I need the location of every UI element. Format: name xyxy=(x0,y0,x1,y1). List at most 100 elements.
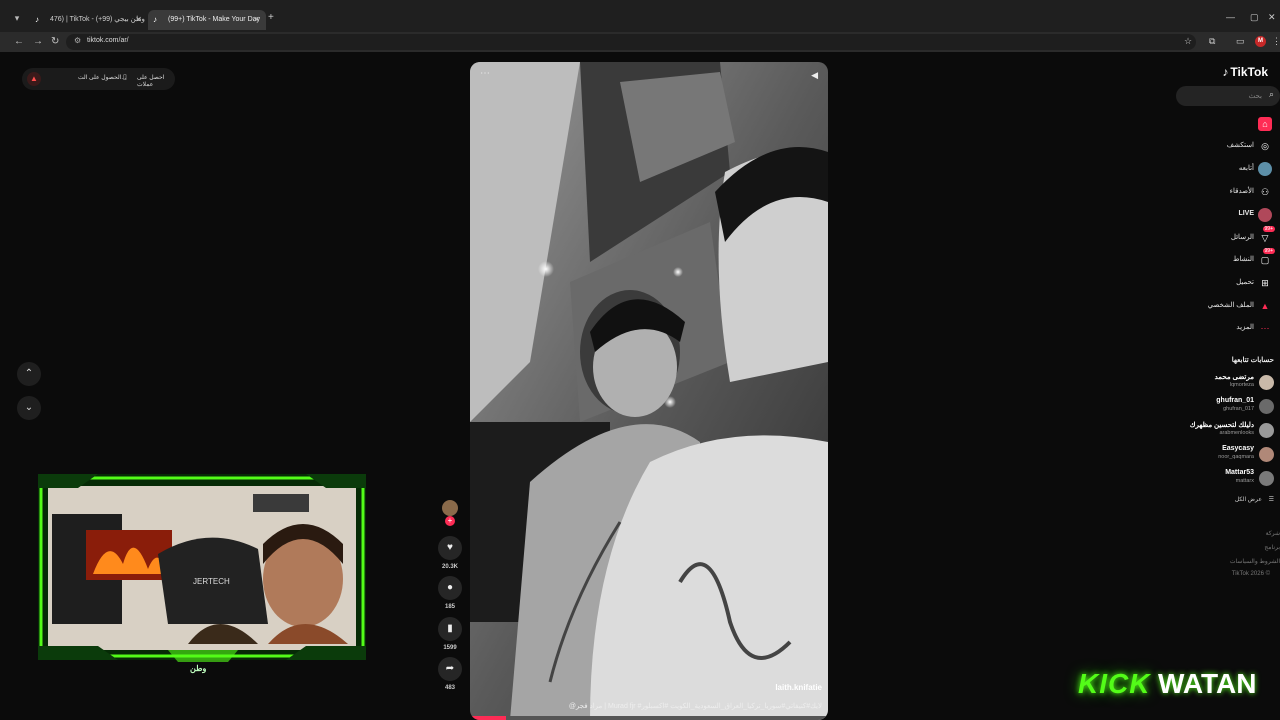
footer-program-link[interactable]: برنامج xyxy=(1264,544,1280,551)
tiktok-page: ▲ الحصول على الت... ▯ احصل على عملات ⌃ ⌄ xyxy=(0,52,1280,720)
more-icon: ⋯ xyxy=(1260,323,1270,333)
sidebar-item-following[interactable]: أتابعه xyxy=(1178,161,1278,177)
following-account[interactable]: Mattar53 mattarx xyxy=(1168,468,1278,490)
sidebar-item-explore[interactable]: استكشف ◎ xyxy=(1178,138,1278,154)
close-window-icon[interactable]: ✕ xyxy=(1268,12,1276,23)
see-all-link[interactable]: عرض الكل ☰ xyxy=(1235,496,1274,503)
close-tab-icon[interactable]: ✕ xyxy=(253,10,260,30)
address-bar[interactable]: ⚙ tiktok.com/ar/ xyxy=(66,34,1196,50)
phone-icon: ▯ xyxy=(123,74,127,81)
footer-copyright: TikTok 2026 © xyxy=(1231,571,1270,577)
tab-search-icon[interactable]: ▾ xyxy=(10,11,24,25)
extensions-icon[interactable]: ⧉ xyxy=(1209,36,1215,47)
warning-icon[interactable]: ▲ xyxy=(27,72,41,86)
next-video-button[interactable]: ⌄ xyxy=(17,396,41,420)
sidebar-item-home[interactable]: ⌂ xyxy=(1178,116,1278,132)
site-info-icon[interactable]: ⚙ xyxy=(74,36,81,45)
video-player[interactable]: ⋯ ◀ laith.knifatie @مراد فجر | Murad fjr… xyxy=(470,62,828,720)
sidebar-item-upload[interactable]: تحميل ⊞ xyxy=(1178,275,1278,291)
follow-plus-icon[interactable]: + xyxy=(445,516,455,526)
like-count: 20.3K xyxy=(441,564,458,570)
cast-icon[interactable]: ▭ xyxy=(1236,36,1245,47)
footer-company-link[interactable]: شركة xyxy=(1266,530,1280,537)
get-coins-link[interactable]: احصل على عملات xyxy=(137,74,175,88)
webcam-frame: JERTECH xyxy=(38,474,366,662)
avatar xyxy=(1259,423,1274,438)
reload-icon[interactable]: ↻ xyxy=(51,36,59,47)
following-account[interactable]: ghufran_01 ghufran_017 xyxy=(1168,396,1278,418)
following-account[interactable]: دليلك لتحسين مظهرك arabmenlooks xyxy=(1168,420,1278,442)
following-accounts-title: حسابات تتابعها xyxy=(1231,357,1274,364)
address-url[interactable]: tiktok.com/ar/ xyxy=(87,37,129,44)
avatar-icon xyxy=(1258,162,1272,176)
tiktok-favicon-icon: ♪ xyxy=(153,15,157,24)
watan-text: WATAN xyxy=(1158,668,1257,699)
video-progress-fill xyxy=(470,716,506,720)
sidebar-item-live[interactable]: LIVE xyxy=(1178,207,1278,223)
get-app-link[interactable]: الحصول على الت... xyxy=(78,74,126,81)
browser-toolbar: ← → ↻ ⚙ tiktok.com/ar/ ☆ ⧉ ▭ M ⋮ xyxy=(0,32,1280,52)
profile-avatar[interactable]: M xyxy=(1255,36,1266,47)
tiktok-favicon-icon: ♪ xyxy=(35,15,39,24)
volume-icon[interactable]: ◀ xyxy=(811,70,818,81)
previous-video-button[interactable]: ⌃ xyxy=(17,362,41,386)
search-icon[interactable]: ⌕ xyxy=(1269,89,1274,100)
streamer-name: وطن xyxy=(190,664,207,673)
following-account[interactable]: Easycasy noor_qaqmara xyxy=(1168,444,1278,466)
avatar xyxy=(1259,375,1274,390)
more-options-icon[interactable]: ⋯ xyxy=(480,68,490,79)
back-icon[interactable]: ← xyxy=(14,36,24,47)
activity-badge: 99+ xyxy=(1262,248,1275,254)
activity-icon: ▢ xyxy=(1260,255,1270,265)
kick-text: KICK xyxy=(1078,668,1151,699)
streamer-webcam: JERTECH xyxy=(38,474,366,662)
sidebar-item-friends[interactable]: الأصدقاء ⚇ xyxy=(1178,184,1278,200)
search-box: ⌕ xyxy=(1176,86,1280,106)
video-progress-bar[interactable] xyxy=(470,716,828,720)
like-heart-icon[interactable]: ♥ xyxy=(438,536,462,560)
avatar xyxy=(1259,471,1274,486)
friends-icon: ⚇ xyxy=(1260,187,1270,197)
browser-menu-icon[interactable]: ⋮ xyxy=(1272,36,1280,47)
save-count: 1599 xyxy=(443,645,457,651)
sidebar-item-activity[interactable]: النشاط ▢ 99+ xyxy=(1178,248,1278,268)
bookmark-icon[interactable]: ▮ xyxy=(438,617,462,641)
video-caption: @مراد فجر | Murad fjr #لايك#كنيفاتي#سوري… xyxy=(568,703,822,710)
home-icon: ⌂ xyxy=(1258,117,1272,131)
video-frame xyxy=(470,62,828,720)
sidebar-item-profile[interactable]: الملف الشخصي ▲ xyxy=(1178,298,1278,314)
kick-watan-overlay: KICK WATAN xyxy=(1060,650,1272,720)
avatar xyxy=(1259,399,1274,414)
browser-tab-bar: ▾ ♪ 476) | TikTok - وطن بيجي (99+) ✕ ♪ (… xyxy=(0,0,1280,32)
close-tab-icon[interactable]: ✕ xyxy=(135,10,142,30)
messages-badge: 99+ xyxy=(1262,226,1275,232)
comment-count: 185 xyxy=(444,604,455,610)
bookmark-star-icon[interactable]: ☆ xyxy=(1184,36,1192,47)
messages-icon: ▽ xyxy=(1261,233,1269,243)
minimize-icon[interactable]: — xyxy=(1226,12,1235,22)
upload-icon: ⊞ xyxy=(1261,278,1269,288)
forward-icon[interactable]: → xyxy=(33,36,43,47)
sidebar-item-more[interactable]: المزيد ⋯ xyxy=(1178,320,1278,336)
tab-title: (99+) TikTok - Make Your Day xyxy=(168,16,261,23)
avatar xyxy=(1259,447,1274,462)
profile-icon: ▲ xyxy=(1260,301,1270,311)
share-icon[interactable]: ➦ xyxy=(438,657,462,681)
comment-icon[interactable]: ● xyxy=(438,576,462,600)
footer-terms-link[interactable]: الشروط والسياسات xyxy=(1230,558,1280,565)
browser-tab[interactable]: ♪ 476) | TikTok - وطن بيجي (99+) ✕ xyxy=(30,10,148,30)
compass-icon: ◎ xyxy=(1261,141,1269,151)
tiktok-note-icon: ♪ xyxy=(1222,65,1229,79)
search-input[interactable] xyxy=(1182,89,1262,103)
maximize-icon[interactable]: ▢ xyxy=(1250,12,1259,23)
video-author[interactable]: laith.knifatie xyxy=(775,683,822,692)
sidebar-item-messages[interactable]: الرسائل ▽ 99+ xyxy=(1178,226,1278,246)
tab-title: 476) | TikTok - وطن بيجي (99+) xyxy=(50,16,145,23)
browser-tab-active[interactable]: ♪ (99+) TikTok - Make Your Day ✕ xyxy=(148,10,266,30)
tiktok-logo[interactable]: ♪ TikTok xyxy=(1222,65,1268,79)
chair-brand: JERTECH xyxy=(193,577,230,586)
new-tab-button[interactable]: + xyxy=(268,12,274,23)
creator-avatar[interactable] xyxy=(442,500,458,516)
live-icon xyxy=(1258,208,1272,222)
following-account[interactable]: مرتضى محمد lqmorteza xyxy=(1168,372,1278,394)
